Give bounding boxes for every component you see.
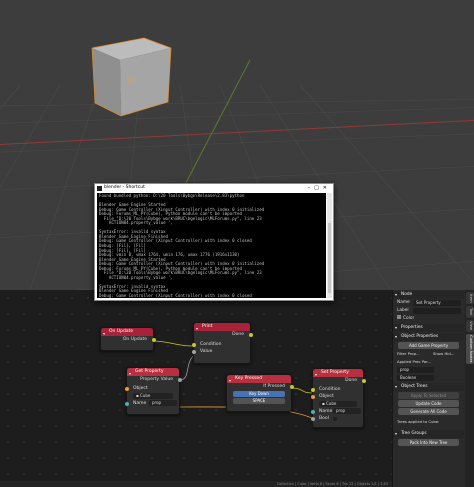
input-socket[interactable] bbox=[310, 416, 315, 421]
panel-object-trees-header[interactable]: Object Trees bbox=[393, 383, 464, 391]
node-key-pressed[interactable]: ▾ Key Pressed If Pressed Key Down SPACE bbox=[226, 374, 294, 412]
applied-label: Applied Prec Par... bbox=[397, 359, 432, 364]
socket-label: Condition bbox=[319, 387, 341, 392]
console-icon bbox=[97, 185, 102, 191]
console-title: blender - Shortcut bbox=[104, 185, 145, 190]
panel-tree-groups-header[interactable]: Tree Groups bbox=[393, 430, 464, 438]
key-selector[interactable]: SPACE bbox=[233, 398, 285, 404]
pack-into-new-tree-button[interactable]: Pack Into New Tree bbox=[398, 439, 459, 446]
console-scrollbar[interactable] bbox=[327, 193, 332, 298]
socket-label: Name bbox=[133, 401, 147, 406]
socket-label: Bool bbox=[319, 416, 329, 421]
output-socket[interactable] bbox=[151, 337, 156, 342]
checkbox-icon[interactable] bbox=[397, 315, 401, 319]
tab-item[interactable]: Item bbox=[466, 292, 474, 304]
label-label: Label bbox=[397, 308, 409, 313]
cube-right-face bbox=[120, 48, 171, 116]
link-key-set bbox=[289, 387, 313, 394]
node-title: On Update bbox=[109, 329, 134, 334]
trees-applied-text: Trees applied to Cube: bbox=[397, 419, 440, 424]
socket-label: Object bbox=[319, 394, 334, 399]
input-socket[interactable] bbox=[310, 394, 315, 399]
window-controls[interactable]: –□✕ bbox=[308, 184, 331, 192]
bool-checkbox[interactable] bbox=[333, 416, 337, 421]
name-field[interactable]: prop bbox=[149, 400, 177, 406]
socket-label: Done bbox=[345, 378, 357, 383]
socket-label: Condition bbox=[200, 342, 222, 347]
output-socket[interactable] bbox=[177, 377, 182, 382]
node-print[interactable]: ▾ Print Done Condition Value bbox=[191, 322, 253, 364]
apply-to-selected-button[interactable]: Apply To Selected bbox=[398, 392, 459, 399]
node-title: Print bbox=[202, 324, 213, 329]
node-get-property[interactable]: ▾ Get Property Property Value Object ▪ Cu… bbox=[124, 367, 182, 415]
sidebar-tabs: Item Tool View Custom Nodes bbox=[465, 290, 474, 487]
object-field[interactable]: ▪ Cube bbox=[319, 401, 357, 407]
node-sidebar: Node NameSet Property Label Color Proper… bbox=[392, 290, 474, 487]
show-hidden-toggle[interactable]: Show Hid... bbox=[433, 350, 454, 358]
name-label: Name bbox=[397, 300, 410, 305]
tab-view[interactable]: View bbox=[466, 320, 474, 332]
socket-label: Name bbox=[319, 409, 333, 414]
output-socket[interactable] bbox=[248, 332, 253, 337]
console-line: Debug: Game Controller (Xinput Controlle… bbox=[99, 293, 252, 298]
name-field[interactable]: prop bbox=[333, 408, 361, 414]
prop-name-field[interactable]: prop bbox=[397, 367, 434, 373]
tab-tool[interactable]: Tool bbox=[466, 306, 474, 318]
socket-label: Object bbox=[133, 386, 148, 391]
link-prop-print bbox=[179, 355, 194, 381]
socket-label: Done bbox=[232, 332, 244, 337]
socket-label: If Pressed bbox=[263, 384, 285, 389]
socket-label: On Update bbox=[122, 337, 147, 342]
node-set-property[interactable]: ▾ Set Property Done Condition Object ▪ Cu… bbox=[310, 368, 366, 428]
node-title: Get Property bbox=[135, 369, 164, 374]
update-code-button[interactable]: Update Code bbox=[398, 400, 459, 407]
input-socket[interactable] bbox=[124, 386, 129, 391]
generate-all-code-button[interactable]: Generate All Code bbox=[398, 408, 459, 415]
input-socket[interactable] bbox=[124, 401, 129, 406]
key-mode-dropdown[interactable]: Key Down bbox=[233, 391, 285, 397]
console-output: Found bundled python: D:\20 Tools\Bybge\… bbox=[97, 193, 326, 298]
add-game-property-button[interactable]: Add Game Property bbox=[398, 342, 459, 349]
node-name-field[interactable]: Set Property bbox=[413, 300, 461, 306]
prop-type-dropdown[interactable]: Boolean bbox=[397, 375, 434, 381]
node-on-update[interactable]: ▾ On Update On Update bbox=[100, 327, 156, 351]
input-socket[interactable] bbox=[191, 349, 196, 354]
console-window[interactable]: blender - Shortcut –□✕ Found bundled pyt… bbox=[94, 183, 334, 301]
filter-prop-field[interactable]: Filter Prop... bbox=[397, 351, 420, 356]
panel-node-header[interactable]: Node bbox=[393, 291, 464, 299]
logic-node-editor[interactable]: ▾ On Update On Update ▾ Print Done Conditi… bbox=[0, 290, 392, 487]
output-socket[interactable] bbox=[289, 384, 294, 389]
output-socket[interactable] bbox=[361, 378, 366, 383]
status-bar: Collection | Cube | Verts 8 | Faces 6 | … bbox=[0, 481, 392, 487]
panel-object-properties-header[interactable]: Object Properties bbox=[393, 333, 464, 341]
socket-label: Property Value bbox=[140, 377, 173, 382]
node-label-field[interactable] bbox=[413, 308, 461, 314]
tab-custom-nodes[interactable]: Custom Nodes bbox=[466, 334, 474, 364]
input-socket[interactable] bbox=[310, 409, 315, 414]
console-titlebar[interactable]: blender - Shortcut –□✕ bbox=[95, 184, 333, 192]
node-title: Key Pressed bbox=[235, 376, 263, 381]
input-socket[interactable] bbox=[310, 387, 315, 392]
input-socket[interactable] bbox=[191, 342, 196, 347]
link-update-print bbox=[151, 340, 194, 347]
object-field[interactable]: ▪ Cube bbox=[133, 393, 173, 399]
node-title: Set Property bbox=[321, 370, 349, 375]
panel-properties-header[interactable]: Properties bbox=[393, 324, 464, 332]
color-label: Color bbox=[403, 316, 415, 321]
socket-label: Value bbox=[200, 349, 213, 354]
